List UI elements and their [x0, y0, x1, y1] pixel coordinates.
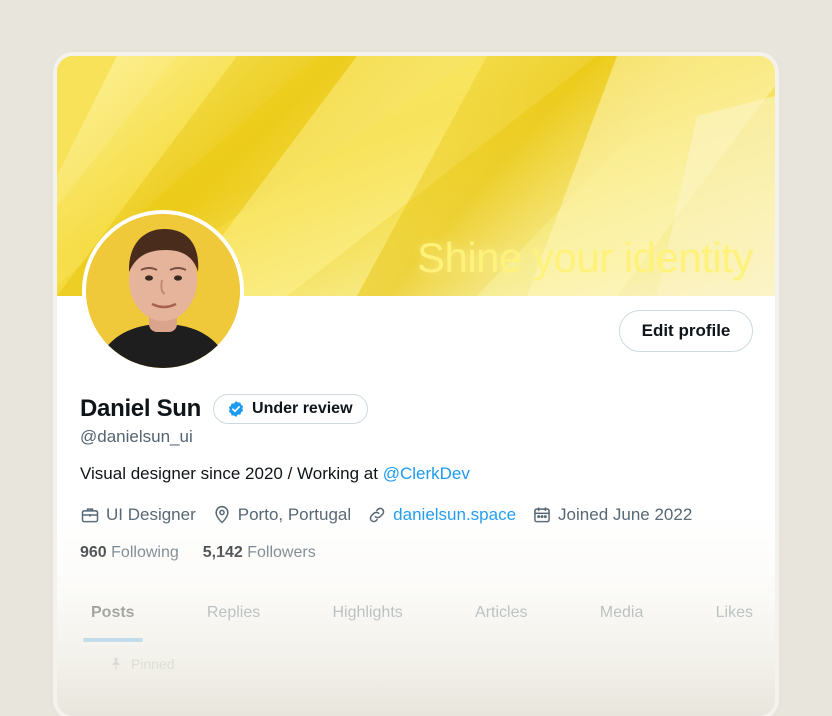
display-name: Daniel Sun — [80, 395, 202, 422]
profile-tabs: Posts Replies Highlights Articles Media … — [57, 604, 775, 644]
following-count: 960 — [80, 544, 107, 561]
briefcase-icon — [81, 508, 99, 523]
bio-text: Visual designer since 2020 / Working at — [80, 464, 383, 483]
website-link[interactable]: danielsun.space — [393, 505, 516, 525]
meta-joined: Joined June 2022 — [532, 505, 692, 525]
tab-highlights[interactable]: Highlights — [333, 604, 403, 644]
followers-label: Followers — [247, 544, 316, 561]
tab-media[interactable]: Media — [600, 604, 644, 644]
location-pin-icon — [215, 505, 229, 524]
meta-website[interactable]: danielsun.space — [367, 505, 516, 525]
tab-posts[interactable]: Posts — [83, 604, 143, 644]
location-text: Porto, Portugal — [237, 505, 352, 524]
link-icon — [369, 507, 385, 523]
tab-likes[interactable]: Likes — [716, 604, 753, 644]
pin-icon — [112, 658, 120, 671]
following-label: Following — [111, 544, 179, 561]
follow-stats: 960 Following 5,142 Followers — [80, 544, 340, 562]
meta-location: Porto, Portugal — [212, 505, 351, 525]
pinned-label: Pinned — [131, 656, 175, 672]
calendar-icon — [534, 507, 550, 523]
joined-text: Joined June 2022 — [558, 505, 693, 524]
badge-label: Under review — [252, 400, 353, 417]
tab-replies[interactable]: Replies — [207, 604, 260, 644]
role-text: UI Designer — [106, 505, 196, 524]
followers-count: 5,142 — [202, 544, 243, 561]
profile-meta: UI Designer Porto, Portugal danielsun.sp… — [80, 505, 708, 525]
bio-mention-link[interactable]: @ClerkDev — [383, 464, 470, 483]
following-stat[interactable]: 960 Following — [80, 544, 179, 562]
meta-role: UI Designer — [80, 505, 196, 525]
name-row: Daniel Sun Under review — [80, 394, 368, 424]
followers-stat[interactable]: 5,142 Followers — [203, 544, 316, 562]
avatar-portrait — [86, 214, 240, 368]
banner-tagline: Shine your identity — [416, 234, 754, 281]
under-review-badge[interactable]: Under review — [213, 394, 368, 424]
avatar[interactable] — [82, 210, 244, 372]
bio: Visual designer since 2020 / Working at … — [80, 464, 470, 484]
profile-card: Shine your identity Edit profile Daniel … — [57, 56, 775, 716]
pinned-indicator: Pinned — [109, 656, 175, 672]
tab-articles[interactable]: Articles — [475, 604, 527, 644]
verified-badge-icon — [228, 401, 244, 417]
edit-profile-button[interactable]: Edit profile — [619, 310, 753, 352]
user-handle: @danielsun_ui — [80, 427, 193, 446]
